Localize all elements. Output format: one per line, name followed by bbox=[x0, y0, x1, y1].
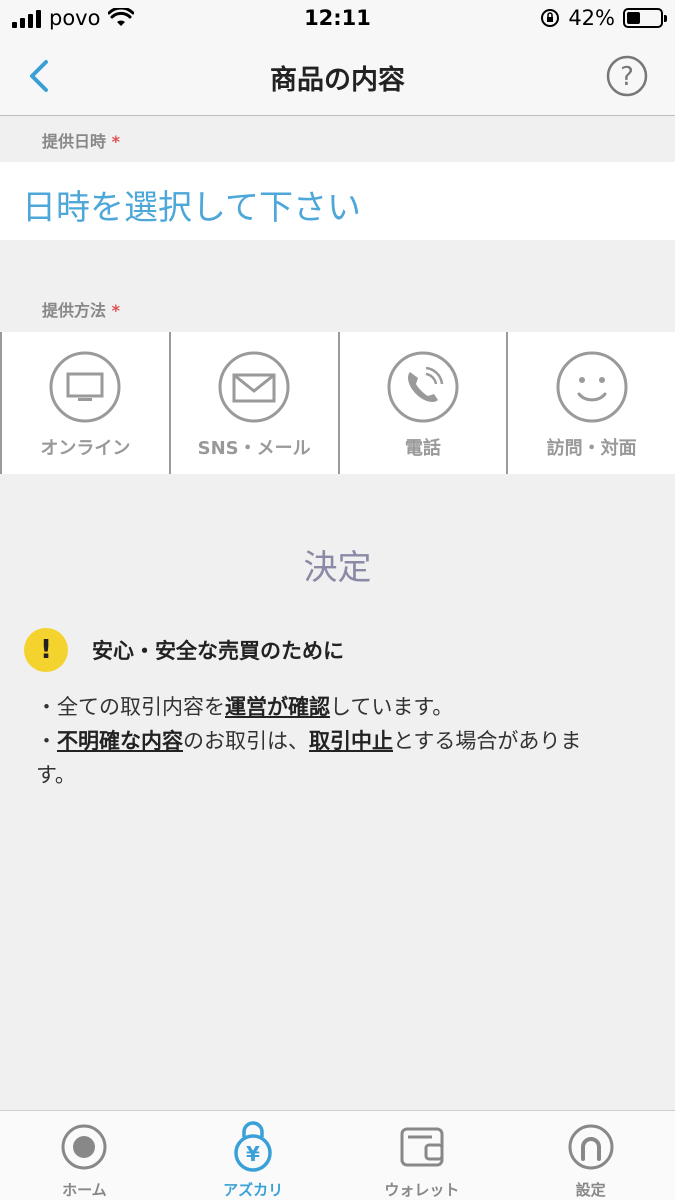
svg-text:?: ? bbox=[620, 62, 634, 92]
notice-body: ・全ての取引内容を運営が確認しています。 ・不明確な内容のお取引は、取引中止とす… bbox=[24, 690, 644, 792]
method-sns-mail[interactable]: SNS・メール bbox=[168, 332, 338, 474]
method-label-online: オンライン bbox=[40, 438, 131, 459]
required-mark: * bbox=[111, 132, 120, 151]
home-icon bbox=[61, 1124, 107, 1170]
method-phone[interactable]: 電話 bbox=[337, 332, 507, 474]
tab-label-settings: 設定 bbox=[575, 1181, 606, 1199]
warning-icon: ! bbox=[24, 628, 68, 672]
notice-line-1: ・全ての取引内容を運営が確認しています。 bbox=[36, 690, 644, 724]
notice-header: ! 安心・安全な売買のために bbox=[24, 628, 644, 672]
notice-title: 安心・安全な売買のために bbox=[92, 639, 344, 663]
date-selector[interactable]: 日時を選択して下さい bbox=[0, 162, 675, 240]
notice-line-3: す。 bbox=[36, 763, 76, 787]
method-label: 提供方法 * bbox=[42, 297, 120, 321]
date-placeholder[interactable]: 日時を選択して下さい bbox=[22, 180, 361, 229]
rotation-lock-icon bbox=[541, 9, 560, 27]
phone-icon bbox=[387, 351, 459, 423]
nav-bar: 商品の内容 ? bbox=[0, 38, 675, 116]
tab-settings[interactable]: 設定 bbox=[506, 1111, 675, 1200]
method-online[interactable]: オンライン bbox=[0, 332, 169, 474]
wallet-icon bbox=[400, 1127, 444, 1167]
date-label: 提供日時 * bbox=[42, 128, 120, 152]
notice-emphasis: 取引中止 bbox=[309, 729, 393, 753]
notice-emphasis: 不明確な内容 bbox=[57, 729, 183, 753]
tab-label-home: ホーム bbox=[62, 1181, 107, 1199]
monitor-icon bbox=[49, 351, 121, 423]
required-mark: * bbox=[111, 301, 120, 320]
settings-icon bbox=[568, 1124, 614, 1170]
notice-text: のお取引は、 bbox=[183, 729, 309, 753]
method-label-phone: 電話 bbox=[404, 438, 441, 459]
method-label-visit: 訪問・対面 bbox=[546, 438, 637, 459]
date-label-text: 提供日時 bbox=[42, 132, 107, 151]
safety-notice: ! 安心・安全な売買のために ・全ての取引内容を運営が確認しています。 ・不明確… bbox=[24, 628, 644, 792]
tab-azukari[interactable]: ¥ アズカリ bbox=[169, 1111, 338, 1200]
smile-icon bbox=[556, 351, 628, 423]
notice-text: とする場合がありま bbox=[393, 729, 582, 753]
notice-text: ・ bbox=[36, 729, 57, 753]
question-circle-icon[interactable]: ? bbox=[605, 54, 649, 98]
submit-button[interactable]: 決定 bbox=[0, 540, 675, 589]
battery-percent: 42% bbox=[568, 6, 615, 30]
tab-wallet[interactable]: ウォレット bbox=[338, 1111, 507, 1200]
notice-line-2: ・不明確な内容のお取引は、取引中止とする場合がありま bbox=[36, 724, 644, 758]
status-bar: povo 12:11 42% bbox=[0, 0, 675, 38]
mail-icon bbox=[218, 351, 290, 423]
status-right: 42% bbox=[540, 6, 667, 30]
method-options: オンライン SNS・メール 電話 訪問・対面 bbox=[0, 332, 675, 474]
tab-bar: ホーム ¥ アズカリ ウォレット 設定 bbox=[0, 1110, 675, 1200]
method-label-sns-mail: SNS・メール bbox=[197, 438, 311, 459]
method-label-text: 提供方法 bbox=[42, 301, 107, 320]
notice-text: ・全ての取引内容を bbox=[36, 695, 225, 719]
yen-lock-icon: ¥ bbox=[234, 1121, 272, 1172]
method-visit[interactable]: 訪問・対面 bbox=[506, 332, 675, 474]
tab-label-wallet: ウォレット bbox=[384, 1181, 460, 1199]
tab-label-azukari: アズカリ bbox=[223, 1181, 284, 1199]
svg-text:¥: ¥ bbox=[246, 1142, 260, 1166]
tab-home[interactable]: ホーム bbox=[0, 1111, 169, 1200]
notice-text: しています。 bbox=[330, 695, 454, 719]
notice-emphasis: 運営が確認 bbox=[225, 695, 330, 719]
battery-icon bbox=[623, 8, 667, 28]
page-title: 商品の内容 bbox=[270, 65, 405, 96]
